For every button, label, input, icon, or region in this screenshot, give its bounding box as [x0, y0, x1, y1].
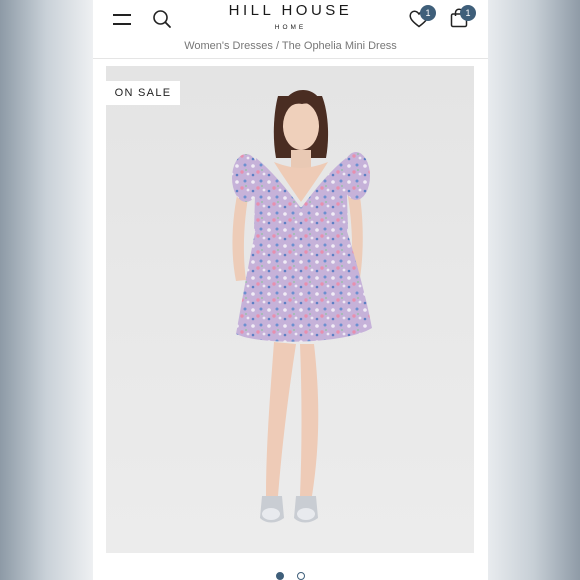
on-sale-badge: ON SALE	[106, 81, 180, 105]
hamburger-menu-icon[interactable]	[113, 11, 133, 27]
breadcrumb: Women's Dresses / The Ophelia Mini Dress	[93, 40, 488, 58]
carousel-dot-1[interactable]	[276, 572, 285, 580]
wishlist-count-badge: 1	[420, 5, 436, 21]
carousel-dot-2[interactable]	[296, 572, 305, 580]
breadcrumb-parent-link[interactable]: Women's Dresses	[184, 40, 273, 52]
breadcrumb-separator: /	[275, 40, 280, 52]
brand-logo[interactable]: HILL HOUSE HOME	[213, 1, 368, 33]
image-carousel-dots	[93, 567, 488, 580]
header-divider	[93, 58, 488, 59]
cart-count-badge: 1	[460, 5, 476, 21]
breadcrumb-current: The Ophelia Mini Dress	[281, 40, 397, 52]
site-header: HILL HOUSE HOME 1 1	[93, 0, 488, 40]
model-photo	[232, 90, 372, 523]
mobile-page: HILL HOUSE HOME 1 1 Women's Dresses / Th…	[93, 0, 488, 580]
search-icon[interactable]	[152, 9, 172, 29]
product-image[interactable]	[106, 66, 474, 553]
brand-name: HILL HOUSE	[228, 2, 353, 19]
brand-tagline: HOME	[274, 24, 307, 31]
